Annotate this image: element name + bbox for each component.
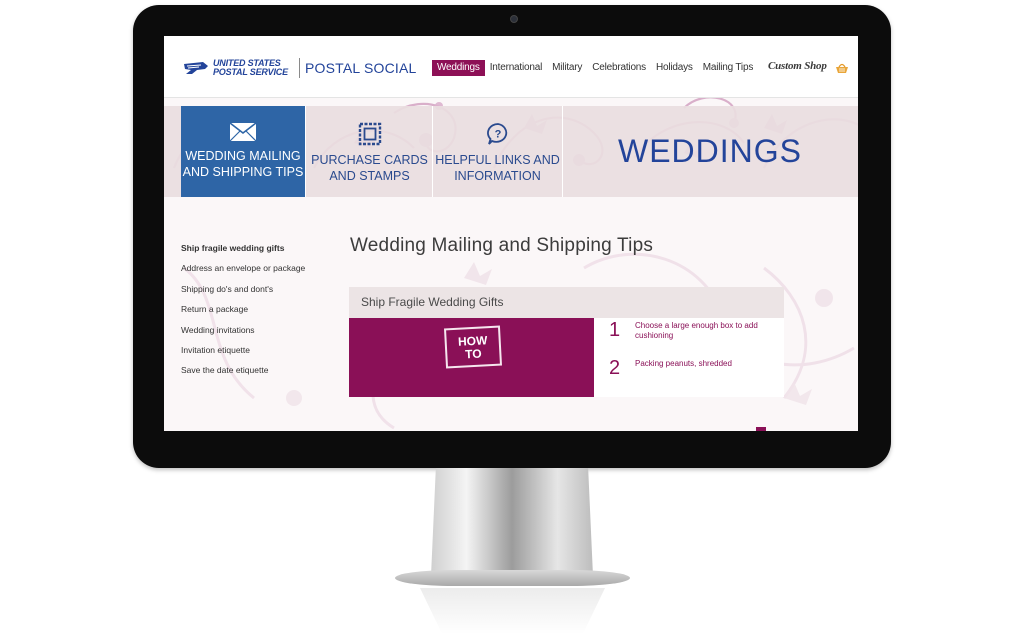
sidebar-item-invitations[interactable]: Wedding invitations xyxy=(181,324,331,344)
basket-icon[interactable] xyxy=(835,62,849,74)
logo-text: UNITED STATES POSTAL SERVICE xyxy=(213,59,288,77)
sidebar-item-address[interactable]: Address an envelope or package xyxy=(181,262,331,282)
sidebar-item-invitation-etiquette[interactable]: Invitation etiquette xyxy=(181,344,331,364)
section-header: Ship Fragile Wedding Gifts xyxy=(349,287,784,318)
webcam-icon xyxy=(510,15,518,23)
nav-military[interactable]: Military xyxy=(547,60,587,76)
logo-divider xyxy=(299,58,300,78)
nav-celebrations[interactable]: Celebrations xyxy=(587,60,651,76)
monitor-stand-base xyxy=(395,570,630,586)
step-number: 1 xyxy=(609,319,621,341)
tile-label-line2: AND STAMPS xyxy=(329,169,410,183)
tile-helpful-links[interactable]: ? HELPFUL LINKS AND INFORMATION xyxy=(433,106,563,197)
sidebar-item-ship-fragile[interactable]: Ship fragile wedding gifts xyxy=(181,242,331,262)
tile-purchase-cards[interactable]: PURCHASE CARDS AND STAMPS xyxy=(307,106,433,197)
sidebar-item-dos-donts[interactable]: Shipping do's and dont's xyxy=(181,283,331,303)
envelope-icon xyxy=(229,122,257,142)
question-bubble-icon: ? xyxy=(486,123,507,145)
tile-label-line1: PURCHASE CARDS xyxy=(311,153,428,167)
monitor-stand-neck xyxy=(431,468,593,576)
custom-shop-link[interactable]: Custom Shop xyxy=(768,60,827,72)
how-to-image: HOW TO xyxy=(349,318,594,397)
sidebar-nav: Ship fragile wedding gifts Address an en… xyxy=(181,242,331,385)
sidebar-item-return[interactable]: Return a package xyxy=(181,303,331,323)
tile-label-line1: WEDDING MAILING xyxy=(185,149,301,163)
step-illustration-icon xyxy=(756,427,766,431)
tile-label-line2: INFORMATION xyxy=(454,169,541,183)
page-title: Wedding Mailing and Shipping Tips xyxy=(350,235,654,256)
step-number: 2 xyxy=(609,357,621,379)
site-header: UNITED STATES POSTAL SERVICE POSTAL SOCI… xyxy=(164,36,858,98)
nav-weddings[interactable]: Weddings xyxy=(432,60,485,76)
tile-wedding-mailing[interactable]: WEDDING MAILING AND SHIPPING TIPS xyxy=(181,106,306,197)
nav-holidays[interactable]: Holidays xyxy=(651,60,698,76)
browser-screen: UNITED STATES POSTAL SERVICE POSTAL SOCI… xyxy=(164,36,858,431)
tile-label-line1: HELPFUL LINKS AND xyxy=(435,153,560,167)
eagle-icon xyxy=(184,62,208,74)
sidebar-item-save-the-date[interactable]: Save the date etiquette xyxy=(181,364,331,384)
stand-reflection xyxy=(420,588,605,634)
step-text: Choose a large enough box to add cushion… xyxy=(635,321,758,340)
hero-title: WEDDINGS xyxy=(618,133,802,169)
step-text: Packing peanuts, shredded xyxy=(635,359,732,368)
nav-international[interactable]: International xyxy=(485,60,547,76)
tile-label-line2: AND SHIPPING TIPS xyxy=(182,165,304,179)
stamp-icon xyxy=(358,122,381,146)
usps-logo[interactable]: UNITED STATES POSTAL SERVICE xyxy=(183,59,288,77)
nav-mailing-tips[interactable]: Mailing Tips xyxy=(698,60,758,76)
ship-fragile-section: Ship Fragile Wedding Gifts HOW TO 1 Choo… xyxy=(349,287,784,397)
brand-name[interactable]: POSTAL SOCIAL xyxy=(305,60,417,76)
top-nav: Weddings International Military Celebrat… xyxy=(432,60,758,76)
how-to-line2: TO xyxy=(464,346,482,362)
svg-text:?: ? xyxy=(494,129,501,141)
logo-line-2: POSTAL SERVICE xyxy=(213,67,288,77)
how-to-badge: HOW TO xyxy=(443,325,503,369)
